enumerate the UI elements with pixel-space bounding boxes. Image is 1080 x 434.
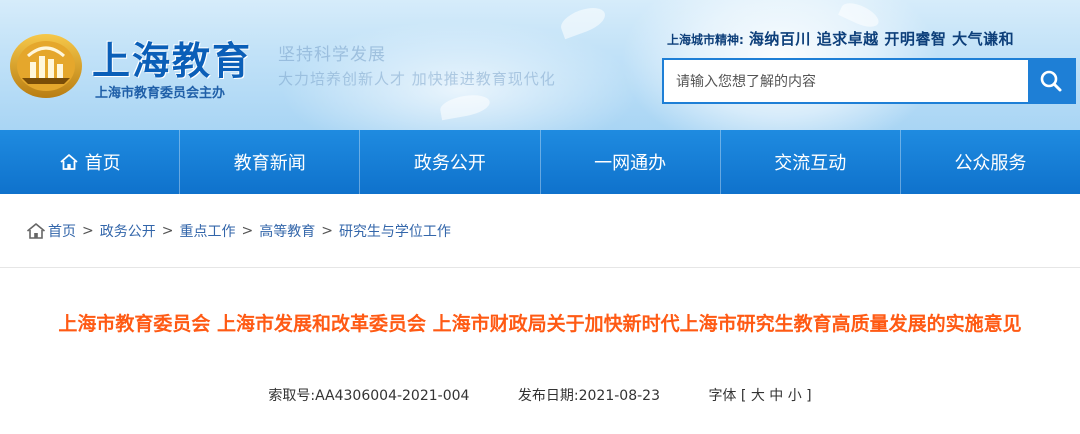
publish-date-value: 2021-08-23: [578, 388, 660, 404]
home-icon: [59, 152, 79, 172]
nav-item-label: 政务公开: [413, 153, 486, 174]
font-size-label: 字体: [708, 388, 737, 404]
site-subtitle: 上海市教育委员会主办: [95, 86, 226, 101]
nav-item-government-affairs[interactable]: 政务公开: [360, 130, 541, 194]
breadcrumb: 首页 > 政务公开 > 重点工作 > 高等教育 > 研究生与学位工作: [0, 194, 1080, 268]
slogan-line-2: 大力培养创新人才 加快推进教育现代化: [278, 70, 556, 88]
slogan-line-1: 坚持科学发展: [278, 45, 386, 65]
font-size-control: 字体 [ 大 中 小 ]: [708, 388, 812, 404]
nav-item-label: 首页: [84, 153, 121, 174]
breadcrumb-graduate-degree-work[interactable]: 研究生与学位工作: [339, 221, 451, 241]
index-label: 索取号:: [268, 388, 316, 404]
nav-item-label: 公众服务: [954, 153, 1027, 174]
city-spirit-label: 上海城市精神:: [667, 33, 744, 47]
city-spirit-value: 海纳百川 追求卓越 开明睿智 大气谦和: [748, 30, 1015, 48]
decorative-petal: [557, 2, 609, 40]
font-size-small-button[interactable]: 小: [788, 388, 802, 404]
site-title[interactable]: 上海教育: [92, 30, 252, 85]
publish-date: 发布日期:2021-08-23: [518, 388, 660, 404]
main-nav: 首页 教育新闻 政务公开 一网通办 交流互动 公众服务: [0, 130, 1080, 194]
search-box: [662, 58, 1076, 104]
breadcrumb-separator: >: [161, 222, 174, 239]
breadcrumb-key-work[interactable]: 重点工作: [179, 221, 235, 241]
nav-item-interaction[interactable]: 交流互动: [721, 130, 901, 194]
breadcrumb-separator: >: [82, 222, 94, 239]
nav-item-label: 教育新闻: [233, 153, 306, 174]
nav-item-one-stop-service[interactable]: 一网通办: [541, 130, 721, 194]
search-icon: [1039, 69, 1063, 93]
nav-item-education-news[interactable]: 教育新闻: [180, 130, 361, 194]
nav-item-public-service[interactable]: 公众服务: [901, 130, 1080, 194]
site-header: 上海教育 上海市教育委员会主办 坚持科学发展 大力培养创新人才 加快推进教育现代…: [0, 0, 1080, 130]
breadcrumb-home-icon: [26, 222, 46, 240]
search-input[interactable]: [676, 70, 1016, 94]
font-size-large-button[interactable]: 大: [751, 388, 765, 404]
search-button[interactable]: [1028, 60, 1074, 102]
article-meta: 索取号:AA4306004-2021-004 发布日期:2021-08-23 字…: [0, 385, 1080, 405]
breadcrumb-home[interactable]: 首页: [48, 221, 76, 241]
breadcrumb-higher-education[interactable]: 高等教育: [259, 221, 315, 241]
nav-item-label: 交流互动: [774, 153, 847, 174]
nav-item-home[interactable]: 首页: [0, 130, 181, 194]
breadcrumb-government-affairs[interactable]: 政务公开: [100, 221, 156, 241]
font-size-medium-button[interactable]: 中: [769, 388, 783, 404]
nav-item-label: 一网通办: [594, 153, 667, 174]
index-number: 索取号:AA4306004-2021-004: [268, 388, 469, 404]
index-value: AA4306004-2021-004: [315, 388, 470, 404]
breadcrumb-separator: >: [241, 222, 254, 239]
breadcrumb-separator: >: [321, 222, 333, 239]
publish-date-label: 发布日期:: [517, 388, 579, 404]
city-spirit: 上海城市精神: 海纳百川 追求卓越 开明睿智 大气谦和: [667, 28, 1014, 49]
shanghai-education-emblem-icon[interactable]: [8, 26, 84, 102]
article-title: 上海市教育委员会 上海市发展和改革委员会 上海市财政局关于加快新时代上海市研究生…: [58, 313, 1022, 335]
